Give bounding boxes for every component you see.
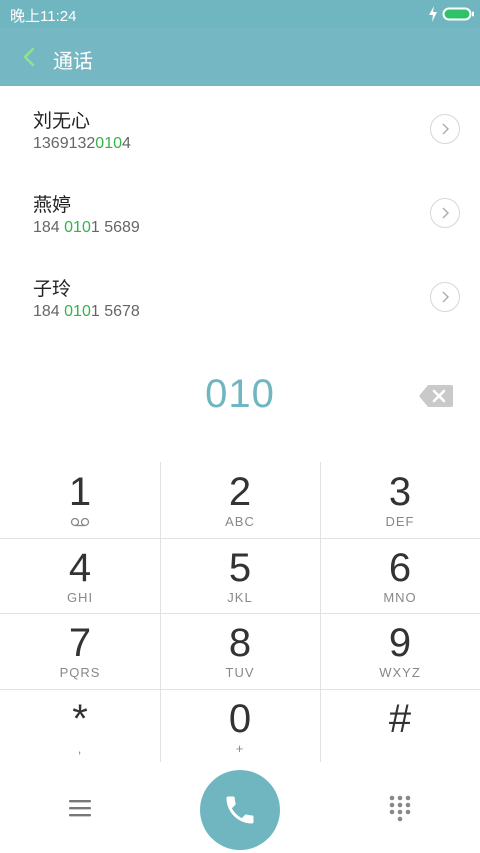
contact-detail-button[interactable] (430, 114, 460, 144)
key-5[interactable]: 5 JKL (160, 538, 320, 614)
key-8[interactable]: 8 TUV (160, 613, 320, 689)
contact-name: 刘无心 (33, 111, 91, 132)
key-1[interactable]: 1 (0, 462, 160, 538)
key-star[interactable]: * , (0, 689, 160, 765)
dial-keypad: 1 2 ABC 3 DEF 4 GHI 5 JKL 6 MNO 7 PQRS 8… (0, 462, 480, 764)
number-match: 010 (64, 303, 91, 320)
menu-icon[interactable] (65, 793, 95, 823)
dialpad-icon[interactable] (387, 794, 413, 824)
call-button[interactable] (200, 770, 280, 850)
number-match: 010 (64, 219, 91, 236)
key-4[interactable]: 4 GHI (0, 538, 160, 614)
page-title: 通话 (53, 51, 93, 73)
backspace-icon[interactable] (418, 383, 454, 409)
contact-detail-button[interactable] (430, 198, 460, 228)
contact-item[interactable]: 刘无心 13691320104 (0, 86, 480, 170)
key-3[interactable]: 3 DEF (320, 462, 480, 538)
charging-icon (429, 6, 437, 22)
key-hash[interactable]: # (320, 689, 480, 765)
key-7[interactable]: 7 PQRS (0, 613, 160, 689)
key-6[interactable]: 6 MNO (320, 538, 480, 614)
voicemail-icon (70, 517, 90, 527)
status-bar: 晚上11:24 (0, 0, 480, 28)
bottom-bar (0, 768, 480, 853)
contact-name: 燕婷 (33, 195, 72, 216)
contact-item[interactable]: 燕婷 184 0101 5689 (0, 170, 480, 254)
chevron-left-icon (23, 47, 35, 67)
contact-number: 13691320104 (33, 135, 131, 152)
chevron-right-icon (442, 291, 449, 303)
back-button[interactable] (12, 40, 46, 74)
status-time: 晚上11:24 (10, 8, 77, 25)
contact-item[interactable]: 子玲 184 0101 5678 (0, 254, 480, 338)
battery-icon (442, 7, 474, 21)
contact-number: 184 0101 5689 (33, 219, 140, 236)
key-0[interactable]: 0 + (160, 689, 320, 765)
chevron-right-icon (442, 123, 449, 135)
app-bar: 通话 (0, 28, 480, 86)
contact-detail-button[interactable] (430, 282, 460, 312)
key-2[interactable]: 2 ABC (160, 462, 320, 538)
key-9[interactable]: 9 WXYZ (320, 613, 480, 689)
phone-icon (226, 796, 254, 824)
contact-name: 子玲 (33, 279, 72, 300)
contact-number: 184 0101 5678 (33, 303, 140, 320)
chevron-right-icon (442, 207, 449, 219)
number-match: 010 (95, 135, 122, 152)
dialed-number: 010 (205, 372, 275, 416)
